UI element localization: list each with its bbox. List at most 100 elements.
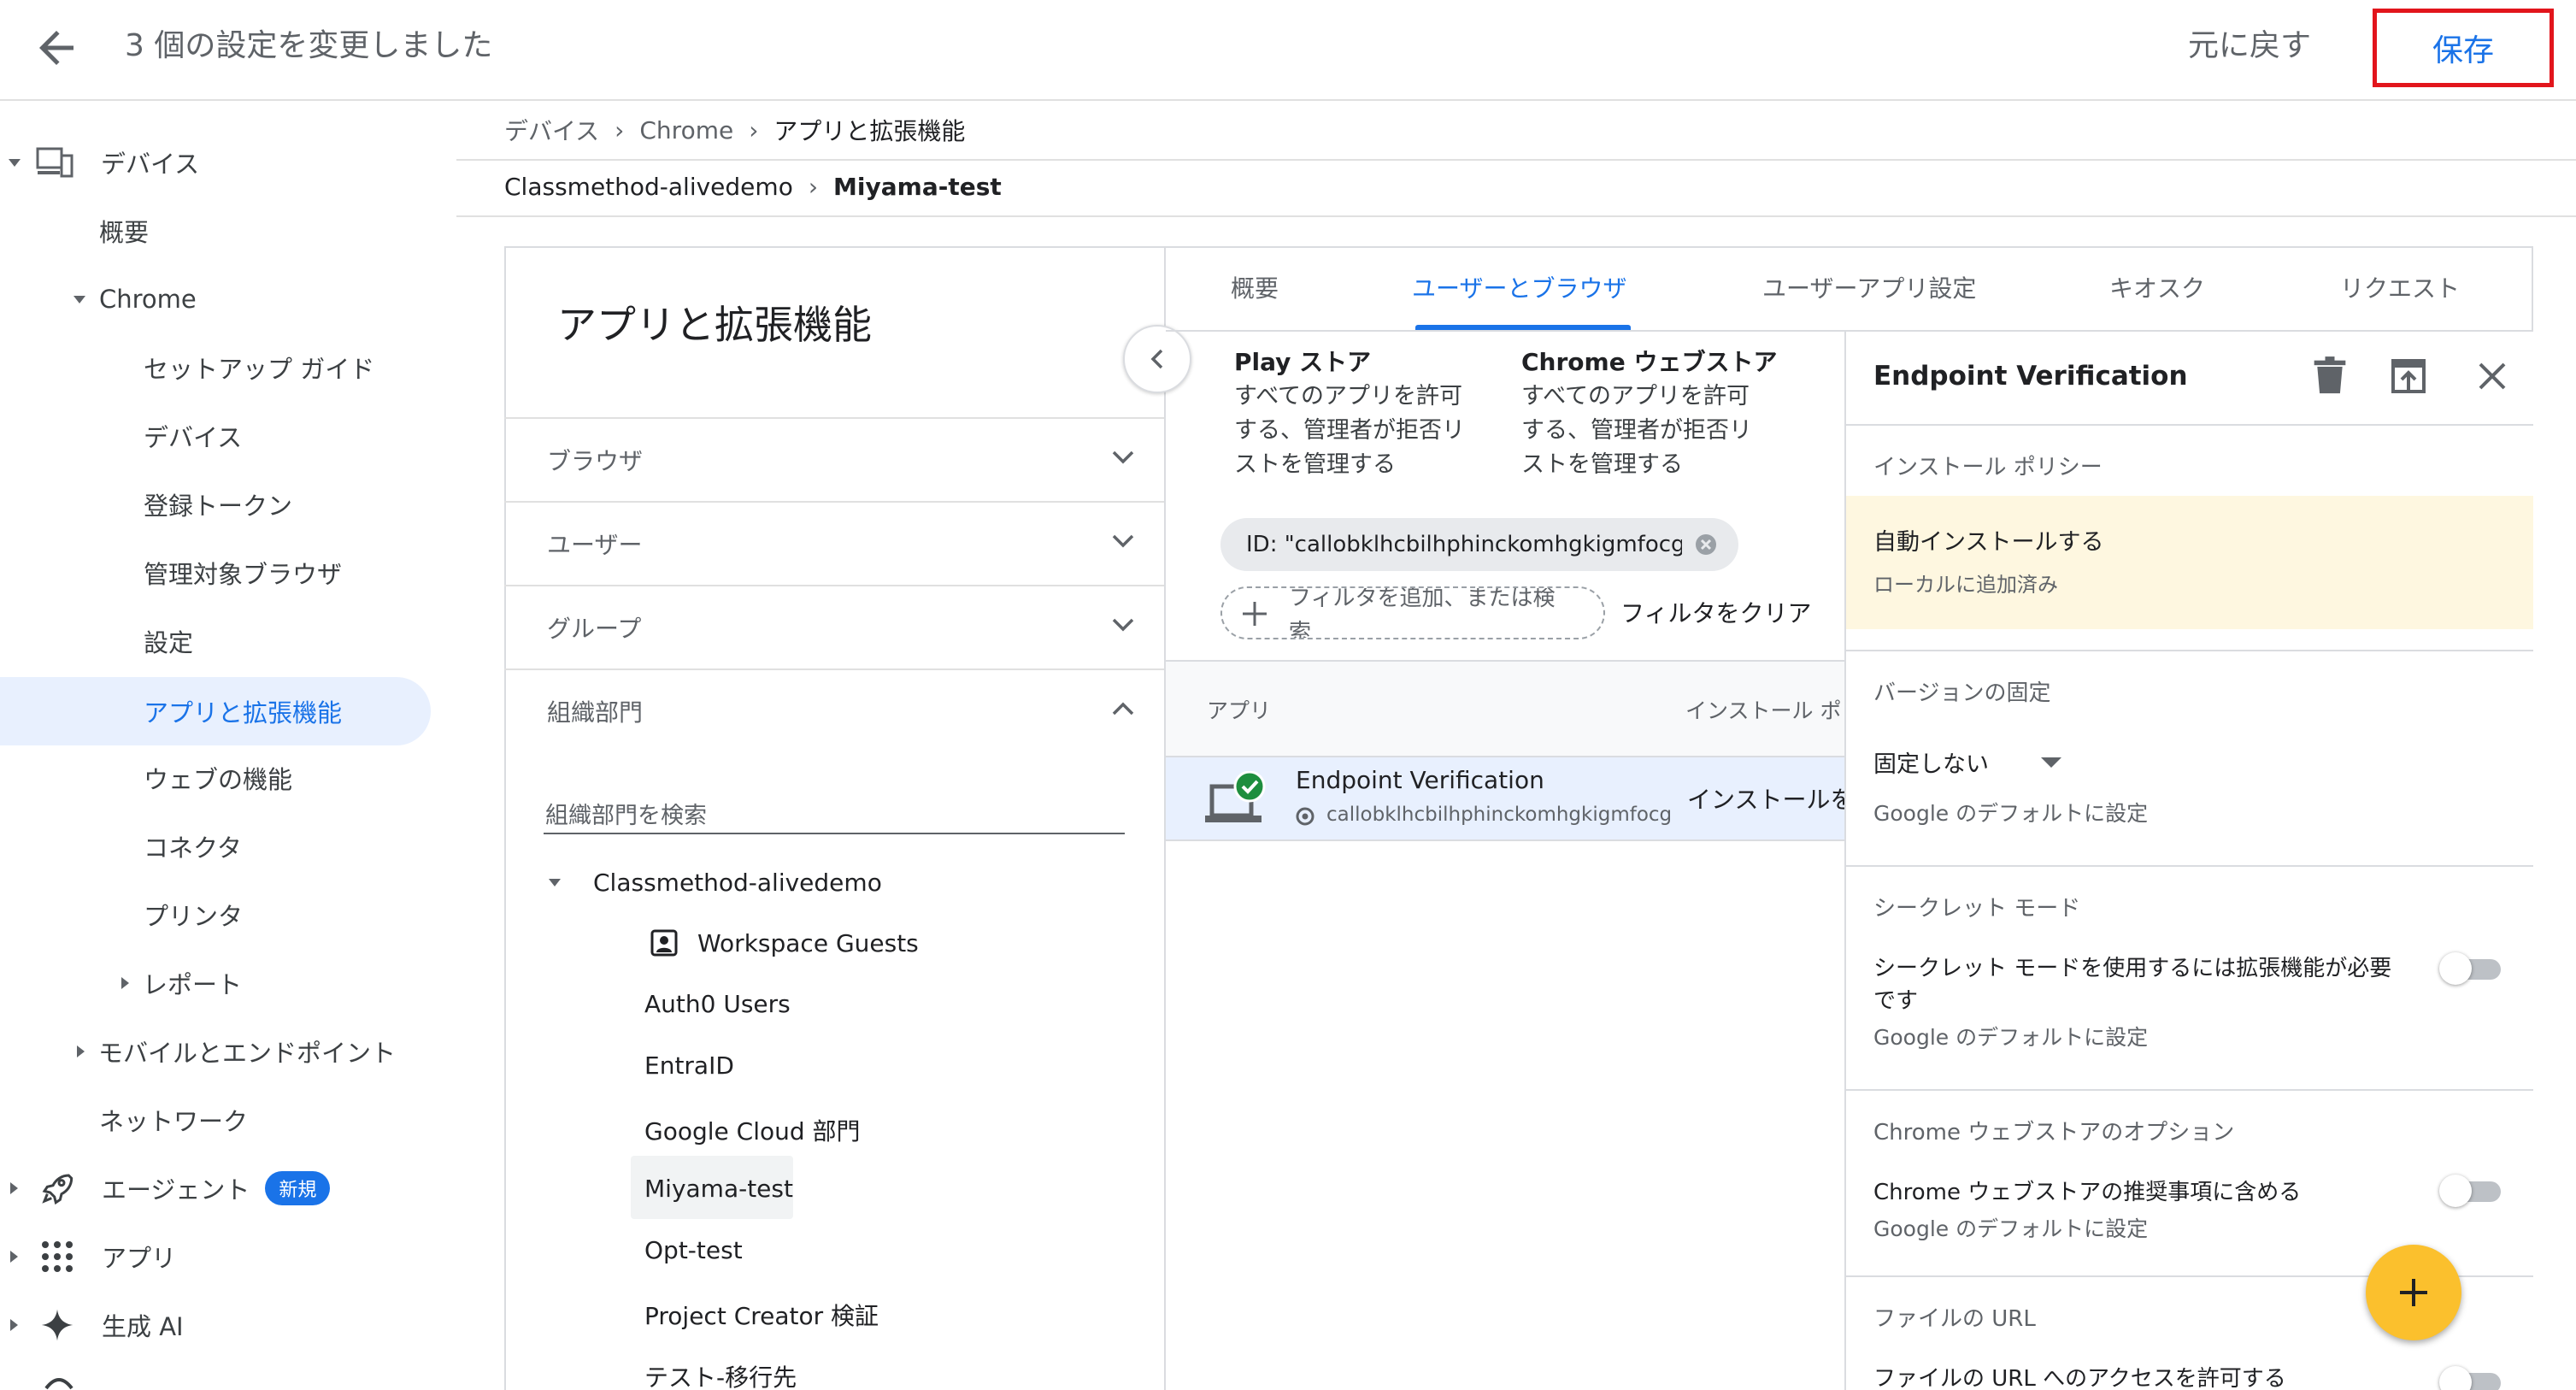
install-policy-value: 自動インストールする <box>1873 529 2104 556</box>
ou-item-workspace-guests[interactable]: Workspace Guests <box>650 928 919 957</box>
nav-item-reports[interactable]: レポート <box>121 957 242 1009</box>
filter-chip[interactable]: ID: "callobklhcbilhphinckomhgkigmfocg" <box>1220 518 1738 571</box>
nav-item-chrome[interactable]: Chrome <box>74 274 197 325</box>
chevron-right-icon: › <box>615 115 625 144</box>
add-filter-placeholder: フィルタを追加、または検 <box>1289 586 1556 611</box>
file-url-text: ファイルの URL へのアクセスを許可する <box>1873 1366 2286 1390</box>
breadcrumb-item-current: アプリと拡張機能 <box>773 117 966 145</box>
nav-label: デバイス <box>101 150 200 179</box>
breadcrumb-item-chrome[interactable]: Chrome <box>639 116 733 144</box>
nav-item-apps[interactable]: アプリ <box>10 1231 176 1282</box>
file-url-label: ファイルの URL <box>1873 1306 2036 1332</box>
section-groups[interactable]: グループ <box>504 585 1164 668</box>
webstore-options-text: Chrome ウェブストアの推奨事項に含める <box>1873 1180 2302 1205</box>
caret-down-icon <box>9 158 21 167</box>
section-users[interactable]: ユーザー <box>504 501 1164 585</box>
open-in-new-icon[interactable] <box>2388 356 2429 397</box>
chrome-webstore-summary[interactable]: Chrome ウェブストア すべてのアプリを許可 する、管理者が拒否リ ストを管… <box>1521 345 1803 482</box>
changes-title: 3 個の設定を変更しました <box>125 28 493 63</box>
nav-item-enrollment-tokens[interactable]: 登録トークン <box>144 479 292 530</box>
tab-overview[interactable]: 概要 <box>1231 270 1279 304</box>
play-store-line: すべてのアプリを許可 <box>1234 383 1463 409</box>
nav-item-devices[interactable]: デバイス <box>9 137 199 188</box>
section-browser[interactable]: ブラウザ <box>504 417 1164 501</box>
nav-label: プリンタ <box>144 902 244 931</box>
ou-item-entraid[interactable]: EntraID <box>644 1051 734 1080</box>
ou-label: Classmethod-alivedemo <box>593 869 882 897</box>
chevron-down-icon <box>1111 450 1135 465</box>
nav-label: モバイルとエンドポイント <box>98 1039 397 1068</box>
ou-item-project-creator[interactable]: Project Creator 検証 <box>644 1298 879 1332</box>
nav-item-overview[interactable]: 概要 <box>99 205 149 256</box>
ou-search-input[interactable]: 組織部門を検索 <box>544 790 1125 834</box>
top-bar: 3 個の設定を変更しました 元に戻す 保存 <box>0 0 2576 101</box>
incognito-toggle[interactable] <box>2439 951 2501 985</box>
ou-item-auth0-users[interactable]: Auth0 Users <box>644 990 791 1018</box>
nav-item-generative-ai[interactable]: 生成 AI <box>10 1299 184 1351</box>
ou-root[interactable]: Classmethod-alivedemo <box>549 869 882 897</box>
tab-kiosk[interactable]: キオスク <box>2109 270 2205 304</box>
section-org-units[interactable]: 組織部門 <box>504 668 1164 752</box>
undo-button[interactable]: 元に戻す <box>2188 24 2311 68</box>
add-fab-button[interactable] <box>2366 1245 2461 1340</box>
file-url-toggle[interactable] <box>2439 1364 2501 1390</box>
app-policy: インストールを <box>1687 786 1844 814</box>
nav-item-chrome-devices[interactable]: デバイス <box>144 410 242 462</box>
webstore-line: ストを管理する <box>1521 451 1683 478</box>
dropdown-arrow-icon <box>2041 757 2061 768</box>
panel-title: アプリと拡張機能 <box>557 302 872 348</box>
caret-right-icon <box>77 1045 85 1057</box>
nav-item-web-features[interactable]: ウェブの機能 <box>144 752 292 804</box>
ou-item-test-migration[interactable]: テスト-移行先 <box>644 1359 797 1390</box>
nav-item-setup-guide[interactable]: セットアップ ガイド <box>144 342 374 393</box>
col-header-policy[interactable]: インストール ポリ <box>1685 694 1862 725</box>
nav-item-mobile-endpoints[interactable]: モバイルとエンドポイント <box>77 1026 396 1077</box>
sparkle-icon <box>40 1308 74 1342</box>
nav-item-agents[interactable]: エージェント 新規 <box>10 1163 331 1214</box>
section-label: 組織部門 <box>547 698 644 727</box>
ou-breadcrumb: Classmethod-alivedemo › Miyama-test <box>504 173 1002 201</box>
add-filter-input[interactable]: フィルタを追加、または検 索 <box>1220 586 1605 639</box>
tab-requests[interactable]: リクエスト <box>2340 270 2460 304</box>
chevron-down-icon <box>1111 533 1135 549</box>
version-pin-select[interactable]: 固定しない <box>1873 745 2061 779</box>
nav-item-apps-extensions[interactable]: アプリと拡張機能 <box>144 686 342 737</box>
play-store-summary[interactable]: Play ストア すべてのアプリを許可 する、管理者が拒否リ ストを管理する <box>1234 345 1491 482</box>
nav-label: 登録トークン <box>144 492 293 521</box>
ou-item-opt-test[interactable]: Opt-test <box>644 1236 743 1264</box>
clear-filters-button[interactable]: フィルタをクリア <box>1620 595 1811 629</box>
back-arrow-icon[interactable] <box>31 22 82 74</box>
webstore-recommend-toggle[interactable] <box>2439 1173 2501 1207</box>
breadcrumb-item-devices[interactable]: デバイス <box>504 113 599 147</box>
nav-item-network[interactable]: ネットワーク <box>99 1094 248 1146</box>
nav-label: 生成 AI <box>102 1312 184 1341</box>
incognito-text: シークレット モードを使用するには拡張機能が必要 <box>1873 956 2392 981</box>
caret-right-icon <box>121 977 129 989</box>
divider <box>1846 865 2533 867</box>
save-button[interactable]: 保存 <box>2373 9 2554 87</box>
caret-right-icon <box>10 1251 18 1263</box>
collapse-panel-button[interactable] <box>1123 325 1191 393</box>
tab-users-browsers[interactable]: ユーザーとブラウザ <box>1412 270 1626 304</box>
version-pin-value: 固定しない <box>1873 751 1989 778</box>
app-id: callobklhcbilhphinckomhgkigmfocg <box>1326 804 1673 826</box>
nav-item-settings[interactable]: 設定 <box>144 615 193 667</box>
chip-remove-icon[interactable] <box>1694 533 1718 557</box>
ou-item-google-cloud[interactable]: Google Cloud 部門 <box>644 1113 861 1147</box>
plus-icon <box>1241 600 1268 627</box>
table-row[interactable]: Endpoint Verification callobklhcbilhphin… <box>1166 756 1844 841</box>
trash-icon[interactable] <box>2311 356 2349 397</box>
tab-user-app-settings[interactable]: ユーザーアプリ設定 <box>1762 270 1976 304</box>
detail-title: Endpoint Verification <box>1873 361 2188 392</box>
nav-item-connectors[interactable]: コネクタ <box>144 821 242 872</box>
install-policy-sub: ローカルに追加済み <box>1873 573 2058 597</box>
install-policy-highlight[interactable]: 自動インストールする ローカルに追加済み <box>1846 496 2533 629</box>
divider <box>1846 650 2533 651</box>
close-icon[interactable] <box>2475 359 2509 393</box>
ou-item-miyama-test[interactable]: Miyama-test <box>644 1175 793 1203</box>
ou-breadcrumb-root[interactable]: Classmethod-alivedemo <box>504 173 793 201</box>
nav-item-managed-browsers[interactable]: 管理対象ブラウザ <box>144 547 342 598</box>
version-pin-label: バージョンの固定 <box>1873 680 2051 706</box>
col-header-app[interactable]: アプリ <box>1207 694 1271 725</box>
nav-item-printers[interactable]: プリンタ <box>144 889 243 940</box>
